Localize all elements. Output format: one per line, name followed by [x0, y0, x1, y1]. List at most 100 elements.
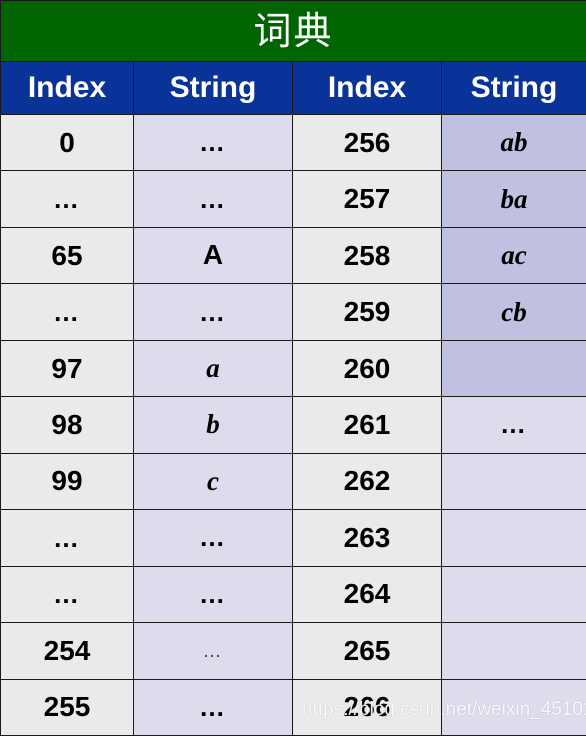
cell-string-left: …: [133, 565, 293, 624]
cell-value: 256: [343, 126, 391, 158]
cell-string-left: …: [133, 678, 293, 736]
cell-index-left: …: [0, 170, 134, 228]
cell-string-right: ac: [440, 226, 586, 285]
table-row: 254 … 265: [0, 622, 586, 680]
cell-value: 260: [343, 352, 391, 384]
cell-index-left: 98: [0, 396, 134, 454]
cell-value: …: [199, 578, 227, 609]
title-row: 词典: [0, 0, 586, 62]
cell-string-right: [440, 339, 586, 398]
cell-value: 99: [51, 465, 83, 497]
table-head: 词典 Index String Index String: [0, 0, 586, 115]
table-row: … … 257 ba: [0, 170, 586, 228]
cell-value: 254: [43, 634, 91, 666]
cell-value: …: [500, 409, 528, 440]
cell-index-left: 65: [0, 226, 134, 285]
cell-value: ab: [500, 127, 528, 158]
cell-string-left: …: [133, 622, 293, 680]
cell-string-left: …: [133, 170, 293, 228]
cell-string-left: …: [133, 509, 293, 567]
cell-string-right: [440, 452, 586, 511]
cell-value: 0: [59, 126, 75, 158]
cell-value: …: [199, 183, 227, 214]
cell-value: a: [206, 353, 220, 384]
cell-index-right: 256: [292, 113, 442, 172]
table-row: 255 … 266: [0, 678, 586, 736]
cell-index-right: 257: [292, 170, 442, 228]
cell-string-left: A: [133, 226, 293, 285]
cell-value: …: [199, 691, 227, 722]
column-header-index-left[interactable]: Index: [0, 61, 134, 115]
table-row: 0 … 256 ab: [0, 113, 586, 172]
cell-value: …: [199, 127, 227, 158]
column-header-index-right[interactable]: Index: [292, 61, 442, 115]
cell-value: b: [206, 409, 220, 440]
column-header-string-right[interactable]: String: [440, 61, 586, 115]
cell-index-left: 254: [0, 622, 134, 680]
cell-index-left: …: [0, 283, 134, 341]
table-body: 0 … 256 ab … … 257 ba 65 A 258 ac … … 259 cb 97 a 260 98 b 26…: [0, 113, 586, 736]
table-row: 98 b 261 …: [0, 396, 586, 454]
cell-value: …: [202, 641, 224, 663]
cell-string-left: …: [133, 113, 293, 172]
cell-string-right: [440, 565, 586, 624]
cell-string-right: ba: [440, 170, 586, 228]
cell-string-left: b: [133, 396, 293, 454]
cell-index-left: 0: [0, 113, 134, 172]
cell-value: c: [207, 465, 219, 496]
cell-value: …: [199, 522, 227, 553]
dictionary-table-page: 词典 Index String Index String 0… 256 ab…… 25…: [0, 0, 586, 736]
table-row: … … 263: [0, 509, 586, 567]
cell-index-right: 262: [292, 452, 442, 511]
cell-value: …: [199, 296, 227, 327]
cell-string-right: [440, 622, 586, 680]
cell-value: 266: [343, 691, 391, 723]
cell-string-left: …: [133, 283, 293, 341]
cell-value: 259: [343, 296, 391, 328]
cell-index-right: 263: [292, 509, 442, 567]
cell-value: 98: [51, 408, 83, 440]
table-row: … … 264: [0, 565, 586, 624]
cell-value: 97: [51, 352, 83, 384]
page-title: 词典: [0, 0, 586, 62]
cell-value: ac: [501, 240, 527, 271]
cell-value: ba: [500, 183, 528, 214]
dictionary-table: 词典 Index String Index String 0… 256 ab…… 25…: [0, 0, 586, 736]
cell-value: 265: [343, 634, 391, 666]
table-row: 99 c 262: [0, 452, 586, 511]
cell-index-left: …: [0, 565, 134, 624]
cell-value: 255: [43, 691, 91, 723]
cell-index-right: 260: [292, 339, 442, 398]
cell-value: A: [202, 239, 224, 271]
cell-value: 262: [343, 465, 391, 497]
cell-string-right: ab: [440, 113, 586, 172]
cell-value: …: [53, 184, 81, 215]
cell-value: 261: [343, 408, 391, 440]
cell-value: 258: [343, 239, 391, 271]
cell-string-right: [440, 678, 586, 736]
cell-string-left: c: [133, 452, 293, 511]
cell-index-right: 259: [292, 283, 442, 341]
cell-index-right: 264: [292, 565, 442, 624]
table-row: 65 A 258 ac: [0, 226, 586, 285]
cell-value: cb: [501, 296, 527, 327]
cell-index-right: 266: [292, 678, 442, 736]
cell-value: 65: [51, 239, 83, 271]
cell-value: 257: [343, 183, 391, 215]
cell-string-left: a: [133, 339, 293, 398]
cell-string-right: cb: [440, 283, 586, 341]
cell-string-right: [440, 509, 586, 567]
cell-index-right: 261: [292, 396, 442, 454]
cell-value: …: [53, 297, 81, 328]
cell-index-left: 255: [0, 678, 134, 736]
column-header-string-left[interactable]: String: [133, 61, 293, 115]
cell-value: 264: [343, 578, 391, 610]
cell-index-right: 258: [292, 226, 442, 285]
cell-value: 263: [343, 521, 391, 553]
cell-index-left: 99: [0, 452, 134, 511]
cell-string-right: …: [440, 396, 586, 454]
cell-value: …: [53, 579, 81, 610]
table-row: … … 259 cb: [0, 283, 586, 341]
cell-index-right: 265: [292, 622, 442, 680]
cell-index-left: 97: [0, 339, 134, 398]
